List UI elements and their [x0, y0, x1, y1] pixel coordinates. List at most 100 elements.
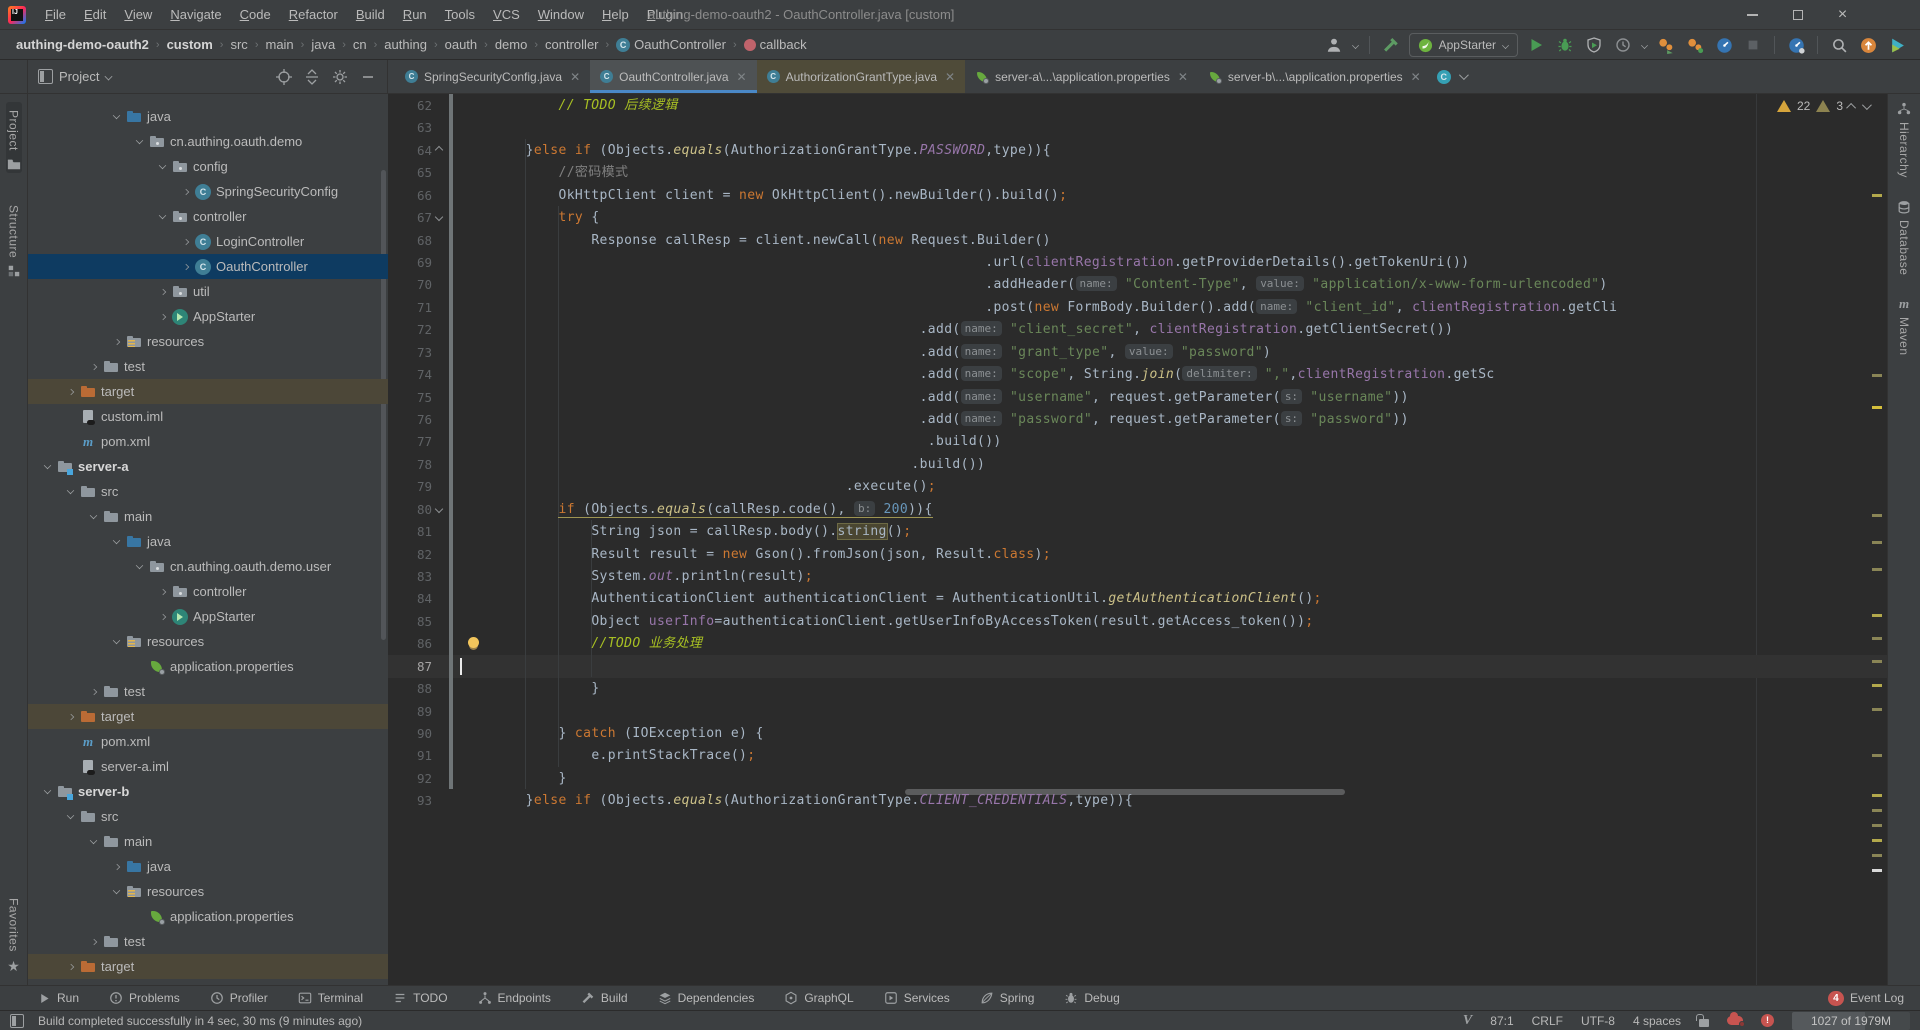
- hidden-tabs-dropdown-icon[interactable]: [1459, 70, 1469, 80]
- code-line-67[interactable]: 67 try {: [388, 206, 1887, 229]
- error-stripe-mark[interactable]: [1872, 614, 1882, 617]
- chevron-down-icon[interactable]: [132, 559, 147, 574]
- fold-marker-up-icon[interactable]: [436, 147, 442, 153]
- tree-item-controller[interactable]: controller: [28, 579, 388, 604]
- chevron-down-icon[interactable]: [109, 534, 124, 549]
- error-stripe-mark[interactable]: [1872, 541, 1882, 544]
- error-stripe-mark[interactable]: [1872, 854, 1882, 857]
- tree-item-java[interactable]: java: [28, 529, 388, 554]
- chevron-down-icon[interactable]: [132, 134, 147, 149]
- tree-item-test[interactable]: test: [28, 679, 388, 704]
- tree-item-cn-authing-oauth-demo-user[interactable]: cn.authing.oauth.demo.user: [28, 554, 388, 579]
- code-line-82[interactable]: 82 Result result = new Gson().fromJson(j…: [388, 543, 1887, 566]
- switcher-icon[interactable]: [1886, 34, 1908, 56]
- hide-panel-icon[interactable]: [357, 66, 379, 88]
- code-line-84[interactable]: 84 AuthenticationClient authenticationCl…: [388, 587, 1887, 610]
- minimize-button[interactable]: [1730, 0, 1775, 30]
- tree-item-util[interactable]: util: [28, 279, 388, 304]
- caret-position[interactable]: 87:1: [1490, 1014, 1513, 1028]
- error-stripe-mark[interactable]: [1872, 194, 1882, 197]
- indent-style[interactable]: 4 spaces: [1633, 1014, 1681, 1028]
- chevron-right-icon[interactable]: [178, 234, 193, 249]
- toolwindow-graphql[interactable]: GraphQL: [784, 991, 853, 1005]
- gauge-icon[interactable]: [1713, 34, 1735, 56]
- code-line-87[interactable]: 87: [388, 655, 1887, 678]
- code-line-62[interactable]: 62 // TODO 后续逻辑: [388, 94, 1887, 117]
- menu-build[interactable]: Build: [347, 0, 394, 30]
- chevron-down-icon[interactable]: [109, 884, 124, 899]
- sidebar-item-favorites[interactable]: Favorites ★: [7, 892, 21, 975]
- breadcrumb-item-callback[interactable]: callback: [742, 37, 809, 52]
- code-line-77[interactable]: 77 .build()): [388, 430, 1887, 453]
- error-stripe-mark[interactable]: [1872, 568, 1882, 571]
- code-line-83[interactable]: 83 System.out.println(result);: [388, 565, 1887, 588]
- chevron-right-icon[interactable]: [155, 309, 170, 324]
- tree-item-application-properties[interactable]: application.properties: [28, 904, 388, 929]
- error-stripe-mark[interactable]: [1872, 514, 1882, 517]
- settings-gear-icon[interactable]: [329, 66, 351, 88]
- toolwindow-todo[interactable]: TODO: [393, 991, 447, 1005]
- menu-help[interactable]: Help: [593, 0, 638, 30]
- close-tab-icon[interactable]: ✕: [570, 70, 580, 84]
- expand-collapse-icon[interactable]: [301, 66, 323, 88]
- tree-item-cn-authing-oauth-demo[interactable]: cn.authing.oauth.demo: [28, 129, 388, 154]
- gauge2-icon[interactable]: [1785, 34, 1807, 56]
- chevron-right-icon[interactable]: [178, 259, 193, 274]
- code-line-91[interactable]: 91 e.printStackTrace();: [388, 744, 1887, 767]
- error-stripe-mark[interactable]: [1872, 869, 1882, 872]
- breadcrumb-item-src[interactable]: src: [228, 37, 249, 52]
- tree-item-server-a[interactable]: server-a: [28, 454, 388, 479]
- tree-item-java[interactable]: java: [28, 104, 388, 129]
- toolwindow-build[interactable]: Build: [581, 991, 628, 1005]
- breadcrumb-item-main[interactable]: main: [263, 37, 295, 52]
- code-line-63[interactable]: 63: [388, 116, 1887, 139]
- user-icon[interactable]: [1323, 34, 1345, 56]
- chevron-right-icon[interactable]: [63, 959, 78, 974]
- profiler-clock-icon[interactable]: [1612, 34, 1634, 56]
- tree-item-main[interactable]: main: [28, 829, 388, 854]
- breadcrumb-item-java[interactable]: java: [309, 37, 337, 52]
- profile-alloc-icon[interactable]: [1684, 34, 1706, 56]
- chevron-right-icon[interactable]: [86, 684, 101, 699]
- search-icon[interactable]: [1828, 34, 1850, 56]
- tree-item-resources[interactable]: resources: [28, 879, 388, 904]
- chevron-right-icon[interactable]: [109, 334, 124, 349]
- toolwindow-profiler[interactable]: Profiler: [210, 991, 268, 1005]
- chevron-right-icon[interactable]: [63, 384, 78, 399]
- tree-item-resources[interactable]: resources: [28, 629, 388, 654]
- tree-item-server-b[interactable]: server-b: [28, 779, 388, 804]
- error-stripe-mark[interactable]: [1872, 824, 1882, 827]
- hidden-tab-icon[interactable]: C: [1437, 70, 1451, 84]
- sync-error-cloud-icon[interactable]: [1727, 1016, 1743, 1025]
- code-line-74[interactable]: 74 .add(name: "scope", String.join(delim…: [388, 363, 1887, 386]
- project-panel-title[interactable]: Project: [59, 69, 99, 84]
- menu-tools[interactable]: Tools: [436, 0, 484, 30]
- code-line-89[interactable]: 89: [388, 700, 1887, 723]
- chevron-down-icon[interactable]: [109, 634, 124, 649]
- close-tab-icon[interactable]: ✕: [1411, 70, 1421, 84]
- menu-file[interactable]: File: [36, 0, 75, 30]
- chevron-down-icon[interactable]: [40, 459, 55, 474]
- play-icon[interactable]: [1525, 34, 1547, 56]
- maximize-button[interactable]: [1775, 0, 1820, 30]
- menu-edit[interactable]: Edit: [75, 0, 115, 30]
- close-tab-icon[interactable]: ✕: [945, 70, 955, 84]
- sidebar-item-maven[interactable]: m Maven: [1897, 297, 1911, 362]
- code-line-86[interactable]: 86 //TODO 业务处理: [388, 632, 1887, 655]
- tree-item-logincontroller[interactable]: CLoginController: [28, 229, 388, 254]
- readonly-lock-icon[interactable]: [1699, 1019, 1709, 1027]
- toolwindow-problems[interactable]: Problems: [109, 991, 180, 1005]
- chevron-right-icon[interactable]: [86, 359, 101, 374]
- toolwindow-spring[interactable]: Spring: [980, 991, 1035, 1005]
- menu-window[interactable]: Window: [529, 0, 593, 30]
- tree-item-application-properties[interactable]: application.properties: [28, 654, 388, 679]
- file-encoding[interactable]: UTF-8: [1581, 1014, 1615, 1028]
- code-line-69[interactable]: 69 .url(clientRegistration.getProviderDe…: [388, 251, 1887, 274]
- toolwindow-endpoints[interactable]: Endpoints: [478, 991, 551, 1005]
- event-log-button[interactable]: 4Event Log: [1828, 991, 1904, 1006]
- code-line-76[interactable]: 76 .add(name: "password", request.getPar…: [388, 408, 1887, 431]
- locate-file-icon[interactable]: [273, 66, 295, 88]
- tab-authorizationgranttype-java[interactable]: CAuthorizationGrantType.java✕: [757, 60, 965, 93]
- chevron-down-icon[interactable]: [86, 834, 101, 849]
- toolwindow-terminal[interactable]: Terminal: [298, 991, 363, 1005]
